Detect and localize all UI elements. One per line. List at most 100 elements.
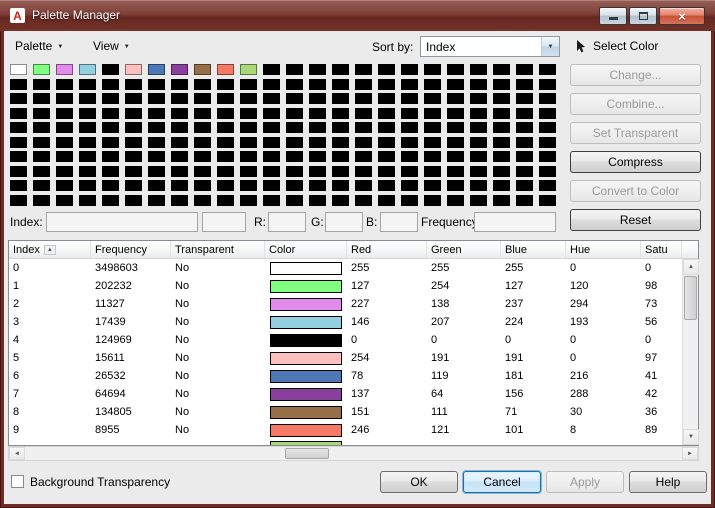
palette-swatch[interactable] [56,180,73,191]
palette-swatch[interactable] [401,93,418,104]
table-row[interactable]: 8 134805 No 151 111 71 30 36 [9,403,682,421]
palette-swatch[interactable] [378,78,395,90]
palette-swatch[interactable] [263,78,280,90]
scroll-right-icon[interactable]: ► [682,447,698,460]
palette-swatch[interactable] [171,165,188,177]
palette-swatch[interactable] [217,107,234,119]
table-row[interactable]: 4 124969 No 0 0 0 0 0 [9,331,682,349]
g-field[interactable] [325,212,363,232]
palette-swatch[interactable] [424,93,441,104]
palette-swatch[interactable] [263,93,280,104]
palette-swatch[interactable] [309,194,326,206]
palette-swatch[interactable] [33,165,50,177]
palette-swatch[interactable] [102,165,119,177]
palette-swatch[interactable] [171,136,188,148]
palette-swatch[interactable] [401,78,418,90]
table-row[interactable]: 7 64694 No 137 64 156 288 42 [9,385,682,403]
ok-button[interactable]: OK [380,471,458,493]
palette-swatch[interactable] [10,93,27,104]
palette-swatch[interactable] [447,64,464,75]
palette-swatch[interactable] [240,93,257,104]
palette-swatch[interactable] [263,122,280,133]
palette-swatch[interactable] [447,136,464,148]
palette-swatch[interactable] [194,78,211,90]
palette-swatch[interactable] [286,165,303,177]
table-row[interactable]: 6 26532 No 78 119 181 216 41 [9,367,682,385]
palette-swatch[interactable] [378,180,395,191]
palette-swatch[interactable] [309,78,326,90]
palette-swatch[interactable] [148,180,165,191]
palette-swatch[interactable] [378,122,395,133]
palette-swatch[interactable] [286,122,303,133]
palette-swatch[interactable] [286,64,303,75]
side-button-compress[interactable]: Compress [570,151,701,173]
column-header-color[interactable]: Color [265,241,347,258]
palette-swatch[interactable] [401,194,418,206]
palette-swatch[interactable] [401,165,418,177]
palette-swatch[interactable] [102,151,119,162]
table-row[interactable]: 0 3498603 No 255 255 255 0 0 [9,259,682,277]
palette-swatch[interactable] [332,194,349,206]
palette-swatch[interactable] [240,151,257,162]
palette-swatch[interactable] [79,78,96,90]
frequency-field[interactable] [474,212,556,232]
palette-swatch[interactable] [424,64,441,75]
palette-swatch[interactable] [56,165,73,177]
palette-swatch[interactable] [102,93,119,104]
palette-swatch[interactable] [263,64,280,75]
palette-swatch[interactable] [125,107,142,119]
palette-swatch[interactable] [79,122,96,133]
palette-swatch[interactable] [539,64,556,75]
cancel-button[interactable]: Cancel [463,471,541,493]
palette-swatch[interactable] [79,136,96,148]
palette-swatch[interactable] [102,194,119,206]
palette-swatch[interactable] [263,136,280,148]
palette-swatch[interactable] [286,78,303,90]
palette-swatch[interactable] [102,122,119,133]
palette-swatch[interactable] [447,165,464,177]
palette-swatch[interactable] [217,93,234,104]
palette-swatch[interactable] [102,64,119,75]
palette-swatch[interactable] [10,107,27,119]
palette-swatch[interactable] [148,165,165,177]
index-count-field[interactable] [202,212,246,232]
palette-swatch[interactable] [424,151,441,162]
column-header-satu[interactable]: Satu [641,241,682,258]
palette-swatch[interactable] [33,64,50,75]
palette-swatch[interactable] [401,64,418,75]
palette-swatch[interactable] [79,107,96,119]
table-row[interactable]: 9 8955 No 246 121 101 8 89 [9,421,682,439]
palette-swatch[interactable] [263,180,280,191]
palette-swatch[interactable] [125,165,142,177]
palette-swatch[interactable] [516,64,533,75]
palette-swatch[interactable] [401,122,418,133]
column-header-transparent[interactable]: Transparent [171,241,265,258]
palette-swatch[interactable] [355,194,372,206]
palette-swatch[interactable] [286,93,303,104]
palette-swatch[interactable] [470,93,487,104]
palette-swatch[interactable] [148,151,165,162]
palette-swatch[interactable] [194,151,211,162]
vertical-scrollbar-thumb[interactable] [684,276,697,320]
palette-swatch[interactable] [217,136,234,148]
palette-swatch[interactable] [355,93,372,104]
palette-swatch[interactable] [309,180,326,191]
palette-menu[interactable]: Palette ▼ [12,37,66,55]
palette-swatch[interactable] [286,151,303,162]
palette-swatch[interactable] [309,136,326,148]
palette-swatch[interactable] [286,194,303,206]
palette-swatch[interactable] [332,93,349,104]
palette-swatch[interactable] [332,107,349,119]
palette-swatch[interactable] [148,78,165,90]
palette-swatch[interactable] [516,78,533,90]
titlebar[interactable]: A Palette Manager × [0,0,715,31]
palette-swatch[interactable] [516,136,533,148]
palette-swatch[interactable] [217,151,234,162]
palette-swatch[interactable] [194,180,211,191]
horizontal-scrollbar[interactable]: ◄ ► [8,446,699,461]
palette-swatch[interactable] [539,136,556,148]
palette-swatch[interactable] [194,107,211,119]
sort-by-dropdown[interactable]: Index ▼ [420,36,560,57]
palette-swatch[interactable] [493,64,510,75]
index-field[interactable] [46,212,198,232]
